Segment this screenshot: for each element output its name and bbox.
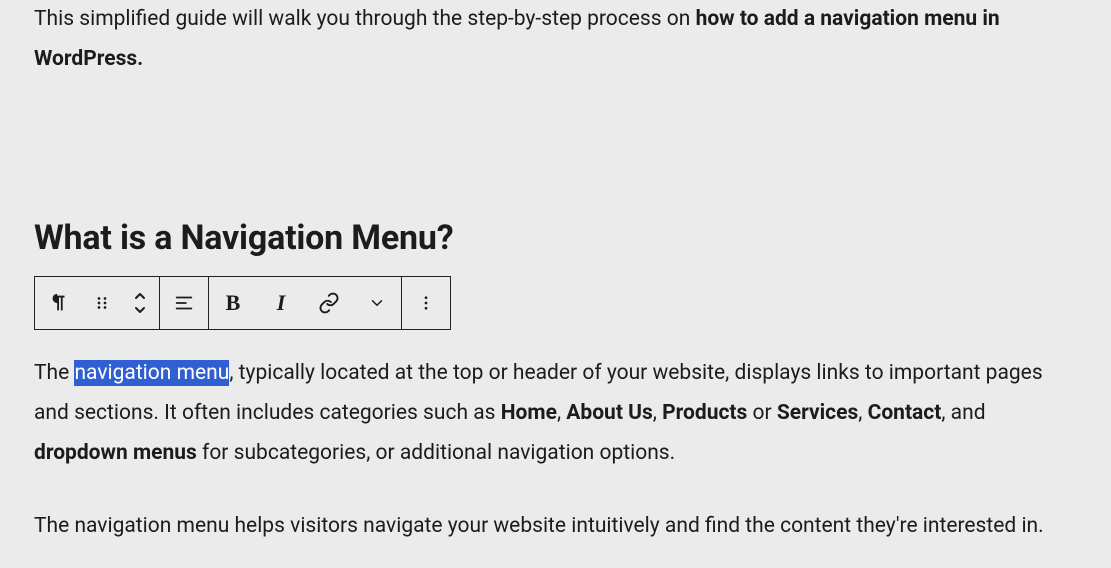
more-formatting-button[interactable] [353, 277, 401, 329]
strong-text: Contact [868, 401, 942, 425]
text-run: , [557, 401, 566, 425]
block-toolbar: B I [34, 276, 451, 330]
toolbar-group-align [160, 277, 209, 329]
intro-text: This simplified guide will walk you thro… [34, 7, 696, 31]
bold-icon: B [226, 290, 241, 316]
link-icon [318, 292, 340, 314]
text-run: , [653, 401, 662, 425]
bold-button[interactable]: B [209, 277, 257, 329]
italic-icon: I [277, 290, 286, 316]
chevron-down-icon [368, 294, 386, 312]
strong-text: Services [777, 401, 858, 425]
section-heading: What is a Navigation Menu? [34, 218, 1077, 258]
move-button[interactable] [121, 277, 159, 329]
drag-handle-button[interactable] [83, 277, 121, 329]
text-run: or [747, 401, 777, 425]
kebab-icon [417, 292, 435, 314]
strong-text: dropdown menus [34, 441, 197, 465]
body-paragraph-2[interactable]: The navigation menu helps visitors navig… [34, 507, 1077, 547]
strong-text: Home [501, 401, 557, 425]
toolbar-group-format: B I [209, 277, 402, 329]
drag-icon [93, 294, 111, 312]
move-icon [132, 291, 148, 315]
options-button[interactable] [402, 277, 450, 329]
italic-button[interactable]: I [257, 277, 305, 329]
intro-paragraph: This simplified guide will walk you thro… [34, 0, 1077, 80]
body-paragraph-1[interactable]: The navigation menu, typically located a… [34, 354, 1077, 474]
text-run: , and [941, 401, 985, 425]
toolbar-group-options [402, 277, 450, 329]
text-run: The navigation menu helps visitors navig… [34, 514, 1044, 538]
strong-text: About Us [566, 401, 653, 425]
selected-text[interactable]: navigation menu [74, 360, 229, 386]
align-left-icon [173, 292, 195, 314]
text-run: , [858, 401, 867, 425]
toolbar-group-block [35, 277, 160, 329]
block-type-button[interactable] [35, 277, 83, 329]
strong-text: Products [662, 401, 747, 425]
text-run: for subcategories, or additional navigat… [197, 441, 675, 465]
link-button[interactable] [305, 277, 353, 329]
align-button[interactable] [160, 277, 208, 329]
text-run: The [34, 361, 74, 385]
paragraph-icon [48, 292, 70, 314]
